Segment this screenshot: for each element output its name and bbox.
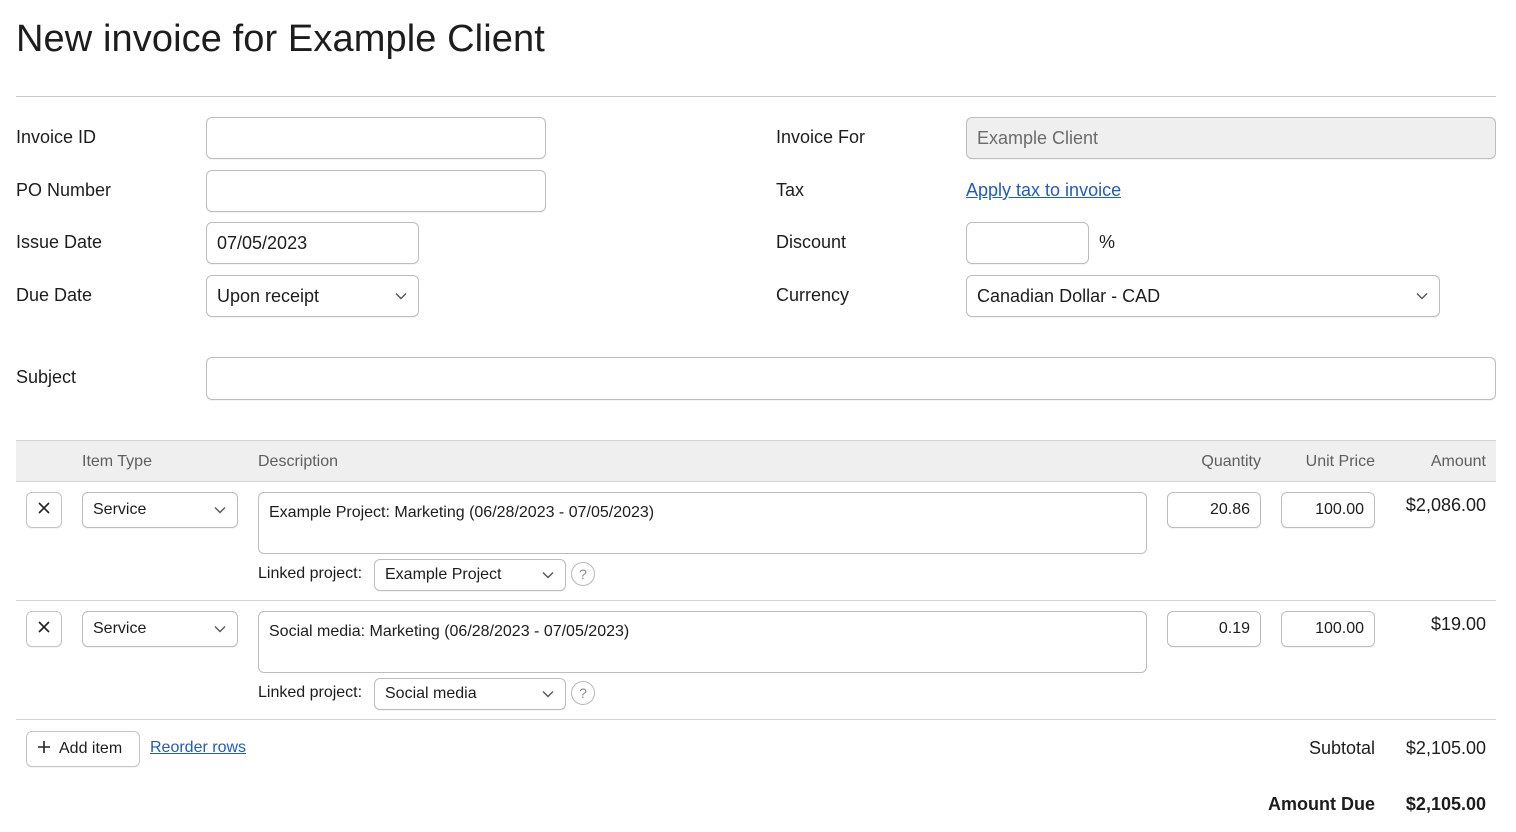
divider xyxy=(16,96,1496,97)
row-amount: $2,086.00 xyxy=(1405,495,1486,515)
row-divider xyxy=(16,719,1496,720)
issue-date-label: Issue Date xyxy=(16,232,103,252)
header-quantity: Quantity xyxy=(1201,453,1261,470)
due-date-value: Upon receipt xyxy=(217,285,320,306)
amount-due-label: Amount Due xyxy=(1268,794,1375,814)
chevron-down-icon xyxy=(541,568,555,582)
subtotal-label: Subtotal xyxy=(1308,738,1375,758)
subtotal-value: $2,105.00 xyxy=(1405,738,1486,758)
header-item-type: Item Type xyxy=(82,453,152,470)
issue-date-value: 07/05/2023 xyxy=(217,232,308,253)
amount-due-value: $2,105.00 xyxy=(1405,794,1486,814)
add-item-label: Add item xyxy=(59,740,123,757)
po-number-label: PO Number xyxy=(16,180,112,200)
discount-input[interactable] xyxy=(966,222,1089,264)
help-icon[interactable]: ? xyxy=(571,562,595,586)
add-item-button[interactable]: Add item xyxy=(26,731,140,767)
currency-select[interactable]: Canadian Dollar - CAD xyxy=(966,275,1440,317)
header-amount: Amount xyxy=(1430,453,1486,470)
quantity-value: 0.19 xyxy=(1218,620,1250,637)
unit-price-value: 100.00 xyxy=(1315,620,1364,637)
row-divider xyxy=(16,600,1496,601)
line-items-header: Item Type Description Quantity Unit Pric… xyxy=(16,440,1496,482)
item-type-select[interactable]: Service xyxy=(82,492,238,528)
linked-project-label: Linked project: xyxy=(258,684,363,701)
subject-input[interactable] xyxy=(206,357,1496,400)
discount-label: Discount xyxy=(776,232,847,252)
subject-label: Subject xyxy=(16,367,77,387)
row-amount: $19.00 xyxy=(1430,614,1486,634)
item-type-select[interactable]: Service xyxy=(82,611,238,647)
invoice-id-input[interactable] xyxy=(206,117,546,159)
linked-project-select[interactable]: Example Project xyxy=(374,559,566,591)
help-icon[interactable]: ? xyxy=(571,681,595,705)
invoice-id-label: Invoice ID xyxy=(16,127,97,147)
linked-project-value: Social media xyxy=(385,685,477,702)
unit-price-input[interactable]: 100.00 xyxy=(1281,611,1375,647)
quantity-value: 20.86 xyxy=(1209,501,1250,518)
due-date-select[interactable]: Upon receipt xyxy=(206,275,419,317)
item-type-value: Service xyxy=(93,620,147,637)
currency-label: Currency xyxy=(776,285,850,305)
invoice-for-value: Example Client xyxy=(977,127,1099,148)
chevron-down-icon xyxy=(213,622,227,636)
plus-icon xyxy=(37,740,51,759)
currency-value: Canadian Dollar - CAD xyxy=(977,285,1161,306)
due-date-label: Due Date xyxy=(16,285,93,305)
chevron-down-icon xyxy=(394,289,408,303)
close-icon xyxy=(37,620,51,639)
invoice-for-input: Example Client xyxy=(966,117,1496,159)
linked-project-value: Example Project xyxy=(385,566,502,583)
linked-project-label: Linked project: xyxy=(258,565,363,582)
header-description: Description xyxy=(258,453,339,470)
close-icon xyxy=(37,501,51,520)
po-number-input[interactable] xyxy=(206,170,546,212)
reorder-rows-link[interactable]: Reorder rows xyxy=(150,739,246,757)
description-textarea[interactable]: Example Project: Marketing (06/28/2023 -… xyxy=(258,492,1147,554)
invoice-for-label: Invoice For xyxy=(776,127,866,147)
discount-percent-unit: % xyxy=(1099,232,1116,252)
quantity-input[interactable]: 20.86 xyxy=(1167,492,1261,528)
item-type-value: Service xyxy=(93,501,147,518)
linked-project-select[interactable]: Social media xyxy=(374,678,566,710)
chevron-down-icon xyxy=(1415,289,1429,303)
header-unit-price: Unit Price xyxy=(1305,453,1375,470)
issue-date-input[interactable]: 07/05/2023 xyxy=(206,222,419,264)
remove-row-button[interactable] xyxy=(26,492,62,528)
unit-price-value: 100.00 xyxy=(1315,501,1364,518)
description-textarea[interactable]: Social media: Marketing (06/28/2023 - 07… xyxy=(258,611,1147,673)
remove-row-button[interactable] xyxy=(26,611,62,647)
chevron-down-icon xyxy=(541,687,555,701)
chevron-down-icon xyxy=(213,503,227,517)
apply-tax-link[interactable]: Apply tax to invoice xyxy=(966,180,1121,201)
tax-label: Tax xyxy=(776,180,805,200)
page-title: New invoice for Example Client xyxy=(16,18,545,60)
unit-price-input[interactable]: 100.00 xyxy=(1281,492,1375,528)
quantity-input[interactable]: 0.19 xyxy=(1167,611,1261,647)
